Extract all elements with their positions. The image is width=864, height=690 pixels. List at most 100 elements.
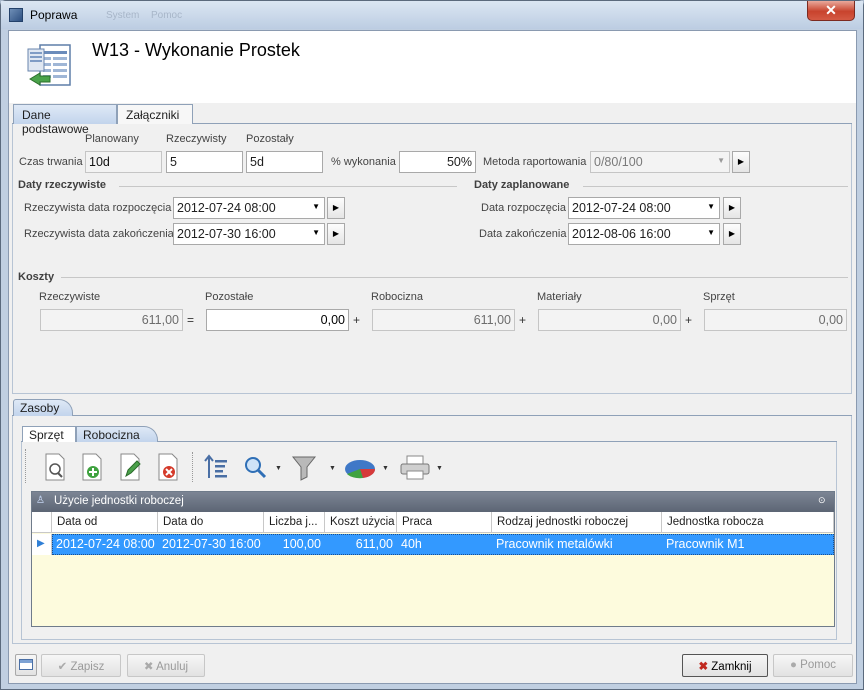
planned-end-label: Data zakończenia	[479, 228, 567, 240]
cancel-button[interactable]: ✖ Anuluj	[127, 654, 205, 677]
window-title: Poprawa	[30, 8, 78, 22]
chevron-down-icon: ▼	[312, 228, 320, 237]
cost-label-equipment: Sprzęt	[703, 291, 735, 303]
tab-label: Załączniki	[126, 108, 180, 122]
cost-label-labor: Robocizna	[371, 291, 423, 303]
panel-header: ♙ Użycie jednostki roboczej ⊙	[32, 492, 834, 512]
arrow-right-icon: ▶	[728, 203, 736, 212]
reporting-method-select[interactable]: 0/80/100 ▼	[590, 151, 730, 173]
tab-robocizna[interactable]: Robocizna	[76, 426, 158, 442]
search-icon[interactable]	[242, 452, 268, 482]
search-dropdown-icon[interactable]: ▼	[275, 465, 282, 472]
tab-label: Sprzęt	[29, 428, 64, 442]
percent-complete-field[interactable]: 50%	[399, 151, 476, 173]
planned-end-open-button[interactable]: ▶	[723, 223, 741, 245]
preview-icon[interactable]	[42, 452, 68, 482]
reporting-method-open-button[interactable]: ▶	[732, 151, 750, 173]
costs-heading: Koszty	[18, 271, 55, 283]
cost-actual-field[interactable]: 611,00	[40, 309, 183, 331]
actual-end-value: 2012-07-30 16:00	[177, 227, 276, 241]
cell-work[interactable]: 40h	[397, 534, 492, 555]
actual-start-open-button[interactable]: ▶	[327, 197, 345, 219]
header-panel: W13 - Wykonanie Prostek	[9, 31, 856, 103]
tab-sprzet[interactable]: Sprzęt	[22, 426, 76, 442]
filter-icon[interactable]	[291, 452, 317, 482]
column-header[interactable]: Koszt użycia	[325, 512, 397, 533]
close-button[interactable]: ✖ Zamknij	[682, 654, 768, 677]
delete-icon[interactable]	[155, 452, 181, 482]
cell-work-unit[interactable]: Pracownik M1	[662, 534, 834, 555]
duration-label: Czas trwania	[19, 156, 83, 168]
filter-dropdown-icon[interactable]: ▼	[329, 465, 336, 472]
actual-duration-field[interactable]: 5	[166, 151, 243, 173]
planned-end-field[interactable]: 2012-08-06 16:00 ▼	[568, 223, 720, 245]
planned-start-open-button[interactable]: ▶	[723, 197, 741, 219]
cost-equipment-field[interactable]: 0,00	[704, 309, 847, 331]
actual-end-label: Rzeczywista data zakończenia	[24, 228, 174, 240]
cost-labor-field[interactable]: 611,00	[372, 309, 515, 331]
window-layout-icon	[19, 659, 33, 670]
planned-dates-heading: Daty zaplanowane	[474, 179, 570, 191]
column-header[interactable]: Data od	[52, 512, 158, 533]
section-divider	[583, 186, 848, 187]
cell-unit-count[interactable]: 100,00	[264, 534, 325, 555]
actual-end-field[interactable]: 2012-07-30 16:00 ▼	[173, 223, 325, 245]
tab-zalaczniki[interactable]: Załączniki	[117, 104, 193, 124]
edit-icon[interactable]	[117, 452, 143, 482]
cost-remaining-field[interactable]: 0,00	[206, 309, 349, 331]
sort-icon[interactable]	[203, 452, 229, 482]
cell-usage-cost[interactable]: 611,00	[325, 534, 397, 555]
add-icon[interactable]	[79, 452, 105, 482]
actual-start-label: Rzeczywista data rozpoczęcia	[24, 202, 172, 214]
remaining-col-label: Pozostały	[246, 133, 294, 145]
section-divider	[119, 186, 457, 187]
toolbar-grip	[25, 449, 29, 483]
pin-icon[interactable]: ⊙	[818, 495, 826, 506]
save-button[interactable]: ✔ Zapisz	[41, 654, 121, 677]
print-dropdown-icon[interactable]: ▼	[436, 465, 443, 472]
chart-icon[interactable]	[343, 452, 377, 482]
cost-label-materials: Materiały	[537, 291, 582, 303]
dialog-window: Poprawa System Pomoc ✕ W13 - Wykonanie P…	[0, 0, 864, 690]
remaining-duration-field[interactable]: 5d	[246, 151, 323, 173]
tab-zasoby[interactable]: Zasoby	[13, 399, 73, 416]
cancel-label: Anuluj	[156, 661, 189, 673]
planned-duration-field[interactable]: 10d	[85, 151, 162, 173]
reporting-method-value: 0/80/100	[594, 155, 643, 169]
arrow-right-icon: ▶	[332, 203, 340, 212]
dialog-client: W13 - Wykonanie Prostek Dane podstawowe …	[8, 30, 857, 684]
column-header[interactable]: Praca	[397, 512, 492, 533]
chart-dropdown-icon[interactable]: ▼	[382, 465, 389, 472]
help-label: Pomoc	[800, 659, 836, 671]
layout-button[interactable]	[15, 654, 37, 676]
actual-end-open-button[interactable]: ▶	[327, 223, 345, 245]
table-row[interactable]: ▶ 2012-07-24 08:00 2012-07-30 16:00 100,…	[32, 534, 834, 555]
print-icon[interactable]	[399, 452, 431, 482]
cell-date-to[interactable]: 2012-07-30 16:00	[158, 534, 264, 555]
column-header[interactable]: Liczba j...	[264, 512, 325, 533]
close-window-button[interactable]: ✕	[807, 1, 855, 21]
cell-date-from[interactable]: 2012-07-24 08:00	[52, 534, 158, 555]
column-header[interactable]: Jednostka robocza	[662, 512, 834, 533]
cost-materials-field[interactable]: 0,00	[538, 309, 681, 331]
tab-dane-podstawowe[interactable]: Dane podstawowe	[13, 104, 117, 136]
grid-header-row: Data od Data do Liczba j... Koszt użycia…	[32, 512, 834, 533]
section-divider	[61, 277, 848, 278]
cost-label-remaining: Pozostałe	[205, 291, 254, 303]
arrow-right-icon: ▶	[332, 229, 340, 238]
plus-sign: +	[353, 313, 361, 327]
background-menu-item: System	[106, 10, 140, 21]
help-icon: ●	[790, 659, 797, 671]
save-label: Zapisz	[70, 661, 105, 673]
panel-title: Użycie jednostki roboczej	[54, 495, 184, 507]
actual-start-field[interactable]: 2012-07-24 08:00 ▼	[173, 197, 325, 219]
help-button[interactable]: ● Pomoc	[773, 654, 853, 677]
title-bar[interactable]: Poprawa System Pomoc ✕	[1, 1, 863, 29]
equals-sign: =	[187, 313, 195, 327]
planned-start-field[interactable]: 2012-07-24 08:00 ▼	[568, 197, 720, 219]
plus-sign: +	[685, 313, 693, 327]
cell-unit-type[interactable]: Pracownik metalówki	[492, 534, 662, 555]
column-header[interactable]: Rodzaj jednostki roboczej	[492, 512, 662, 533]
column-header[interactable]: Data do	[158, 512, 264, 533]
chevron-down-icon: ▼	[707, 202, 715, 211]
